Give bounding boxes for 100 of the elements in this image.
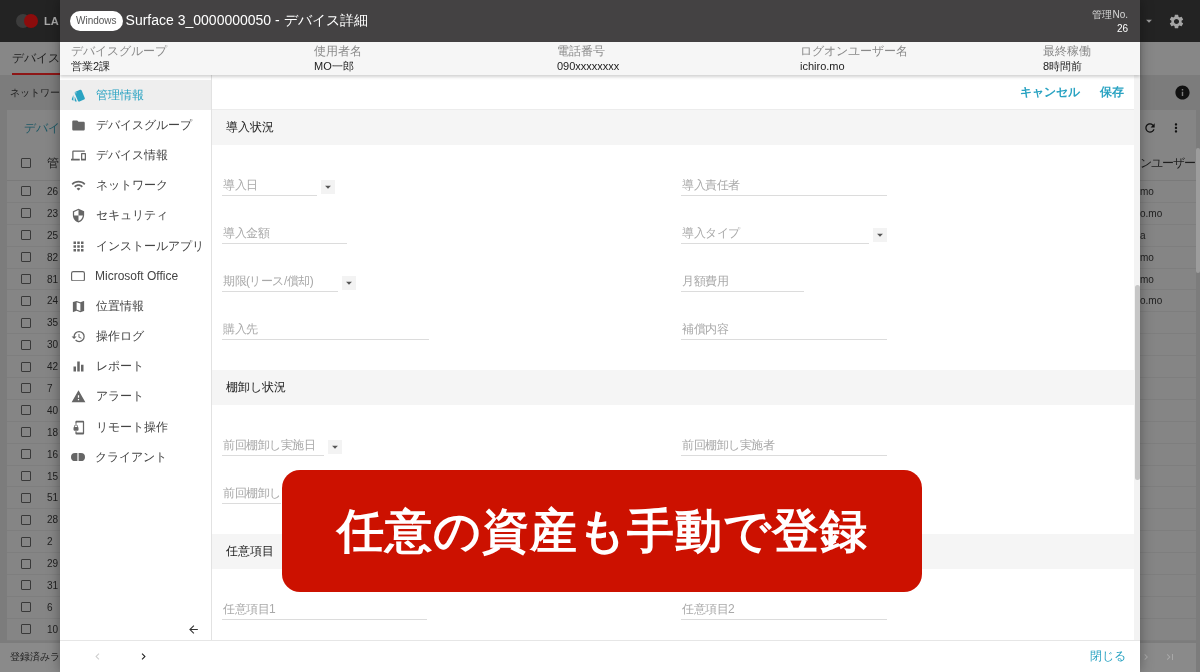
nav-item[interactable]: アラート xyxy=(60,381,211,413)
table-cell: a xyxy=(1140,229,1146,241)
dropdown-field[interactable]: 前回棚卸し実施日 xyxy=(222,434,324,456)
summary-label: ログオンユーザー名 xyxy=(800,44,908,58)
refresh-icon[interactable] xyxy=(1143,121,1157,135)
caret-icon[interactable] xyxy=(328,440,342,454)
nav-item[interactable]: デバイスグループ xyxy=(60,110,211,141)
phone-lock-icon xyxy=(71,419,86,435)
checkbox[interactable] xyxy=(21,580,31,591)
checkbox[interactable] xyxy=(21,471,31,481)
text-field[interactable]: 補償内容 xyxy=(681,318,887,340)
info-icon[interactable] xyxy=(1174,84,1191,101)
caret-icon[interactable] xyxy=(873,228,887,242)
window-title: Surface 3_0000000050 - デバイス詳細 xyxy=(125,12,368,30)
checkbox[interactable] xyxy=(21,624,31,635)
table-cell: 51 xyxy=(47,492,59,504)
shield-icon xyxy=(71,208,86,224)
pill-icon xyxy=(71,453,85,462)
number-label: 管理No. xyxy=(1092,8,1128,22)
checkbox[interactable] xyxy=(21,186,31,197)
column-header: ンユーザー xyxy=(1140,154,1196,172)
summary-label: デバイスグループ xyxy=(71,44,167,58)
table-cell: 29 xyxy=(47,558,59,570)
table-cell: 30 xyxy=(47,339,59,351)
nav-item[interactable]: 位置情報 xyxy=(60,291,211,322)
table-cell: 28 xyxy=(47,514,59,526)
table-cell: 24 xyxy=(47,295,59,307)
number-value: 26 xyxy=(1116,23,1128,34)
dropdown-field[interactable]: 期限(リース/償却) xyxy=(222,270,338,292)
text-field[interactable]: 任意項目1 xyxy=(222,598,427,620)
summary-label: 最終稼働 xyxy=(1043,44,1091,58)
os-badge: Windows xyxy=(70,11,123,31)
checkbox[interactable] xyxy=(21,536,31,547)
section-header: 導入状況 xyxy=(212,110,1134,145)
table-cell: 25 xyxy=(47,229,59,241)
text-field[interactable]: 前回棚卸し実施者 xyxy=(681,434,887,456)
table-cell: mo xyxy=(1140,251,1154,263)
table-cell: 16 xyxy=(47,448,59,460)
table-cell: 42 xyxy=(47,361,59,373)
checkbox[interactable] xyxy=(21,492,31,503)
summary-value: 8時間前 xyxy=(1043,59,1083,73)
text-field[interactable]: 導入金額 xyxy=(222,222,347,244)
table-cell: 81 xyxy=(47,273,59,285)
table-cell: 18 xyxy=(47,426,59,438)
checkbox[interactable] xyxy=(21,361,31,372)
checkbox[interactable] xyxy=(21,558,31,569)
text-field[interactable]: 購入先 xyxy=(222,318,429,340)
checkbox[interactable] xyxy=(21,514,31,525)
checkbox[interactable] xyxy=(21,252,31,263)
nav-item[interactable]: ネットワーク xyxy=(60,170,211,201)
scrollbar-thumb[interactable] xyxy=(1134,285,1140,480)
text-field[interactable]: 前回棚卸し xyxy=(222,482,281,504)
text-field[interactable]: 月額費用 xyxy=(681,270,804,292)
summary-label: 電話番号 xyxy=(557,44,605,58)
checkbox[interactable] xyxy=(21,208,31,219)
nav-item[interactable]: リモート操作 xyxy=(60,412,211,443)
history-icon xyxy=(71,329,86,345)
checkbox[interactable] xyxy=(21,317,31,328)
table-cell: 6 xyxy=(47,601,53,613)
nav-item[interactable]: 操作ログ xyxy=(60,321,211,352)
dropdown-field[interactable]: 導入日 xyxy=(222,174,317,196)
caret-icon[interactable] xyxy=(321,180,335,194)
checkbox[interactable] xyxy=(21,405,31,416)
table-cell: mo xyxy=(1140,273,1154,285)
table-cell: 26 xyxy=(47,185,59,197)
nav-item[interactable]: デバイス情報 xyxy=(60,140,211,171)
table-cell: 82 xyxy=(47,251,59,263)
dropdown-field[interactable]: 導入タイプ xyxy=(681,222,869,244)
checkbox[interactable] xyxy=(21,274,31,284)
checkbox[interactable] xyxy=(21,383,31,394)
table-cell: 23 xyxy=(47,207,59,219)
settings-icon[interactable] xyxy=(1168,12,1185,30)
nav-item[interactable]: Microsoft Office xyxy=(60,261,211,292)
nav-item[interactable]: セキュリティ xyxy=(60,200,211,231)
table-cell: 7 xyxy=(47,382,53,394)
checkbox[interactable] xyxy=(21,339,31,350)
caret-icon[interactable] xyxy=(342,276,356,290)
checkbox[interactable] xyxy=(21,449,31,460)
table-cell: 35 xyxy=(47,317,59,329)
text-field[interactable]: 導入責任者 xyxy=(681,174,887,196)
checkbox[interactable] xyxy=(21,602,31,613)
rectangle-icon xyxy=(71,270,85,282)
logo-text: LA xyxy=(44,15,59,27)
table-cell: 40 xyxy=(47,404,59,416)
text-field[interactable]: 任意項目2 xyxy=(681,598,887,620)
nav-item[interactable]: インストールアプリ xyxy=(60,230,211,262)
checkbox[interactable] xyxy=(21,230,31,241)
table-cell: 10 xyxy=(47,623,59,635)
logo-icon xyxy=(16,14,38,28)
checkbox[interactable] xyxy=(21,295,31,306)
section-header: 棚卸し状況 xyxy=(212,370,1134,405)
cards-icon xyxy=(71,87,86,103)
nav-item[interactable]: クライアント xyxy=(60,442,211,473)
table-cell: 15 xyxy=(47,470,59,482)
table-cell: 2 xyxy=(47,536,53,548)
nav-item[interactable]: レポート xyxy=(60,351,211,382)
back-arrow-icon[interactable] xyxy=(187,623,200,636)
table-cell: 31 xyxy=(47,579,59,591)
checkbox[interactable] xyxy=(21,427,31,438)
checkbox[interactable] xyxy=(21,158,31,168)
